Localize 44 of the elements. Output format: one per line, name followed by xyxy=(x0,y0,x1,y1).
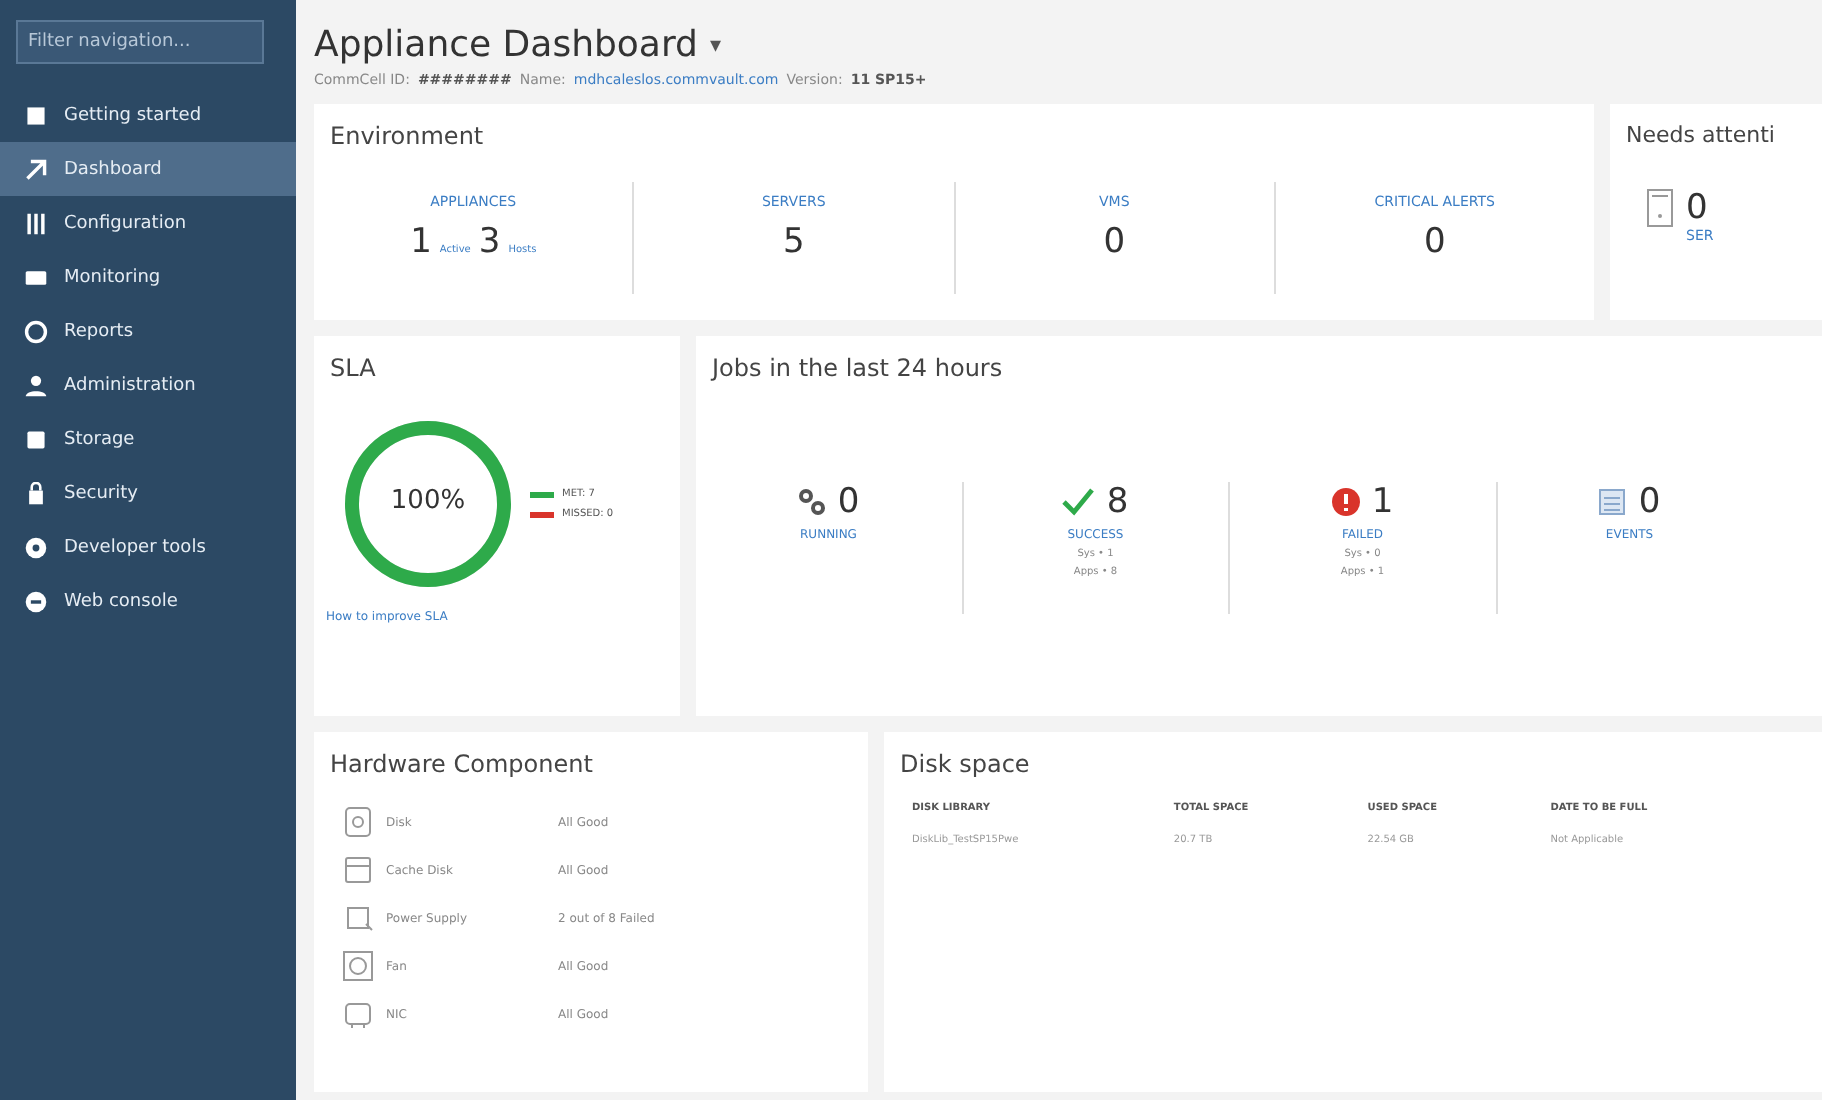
card-title: Needs attenti xyxy=(1624,120,1777,148)
check-icon xyxy=(1062,488,1095,516)
nav-item[interactable]: Configuration xyxy=(0,196,296,250)
calendar-icon xyxy=(1598,488,1627,516)
nav-icon xyxy=(24,157,48,181)
nav-item[interactable]: Storage xyxy=(0,412,296,466)
nav-icon xyxy=(24,373,48,397)
card-title: Environment xyxy=(328,120,486,150)
card-title: Jobs in the last 24 hours xyxy=(708,352,1005,382)
alert-icon xyxy=(1331,488,1360,516)
nav-icon xyxy=(24,481,48,505)
stat-value: 1 xyxy=(410,222,432,262)
fan-icon xyxy=(342,950,374,982)
nav-item[interactable]: Dashboard xyxy=(0,142,296,196)
job-count: 1 xyxy=(1371,482,1394,522)
nav-item[interactable]: Web console xyxy=(0,574,296,628)
nav-icon xyxy=(24,265,48,289)
card-title: Disk space xyxy=(898,748,1032,778)
stat-value: 0 xyxy=(1686,188,1710,228)
stat-value: 0 xyxy=(1103,222,1126,262)
page-title: Appliance Dashboard xyxy=(314,24,698,66)
nav-item[interactable]: Security xyxy=(0,466,296,520)
job-count: 8 xyxy=(1106,482,1129,522)
nav-icon xyxy=(24,427,48,451)
nav-icon xyxy=(24,535,48,559)
server-icon xyxy=(1646,188,1674,228)
job-count: 0 xyxy=(1638,482,1661,522)
nav-item[interactable]: Getting started xyxy=(0,88,296,142)
nav-icon xyxy=(24,319,48,343)
nav-icon xyxy=(24,589,48,613)
card-title: Hardware Component xyxy=(328,748,595,778)
nav-item[interactable]: Monitoring xyxy=(0,250,296,304)
stat-value: 5 xyxy=(782,222,805,262)
nav-item[interactable]: Reports xyxy=(0,304,296,358)
job-count: 0 xyxy=(837,482,860,522)
nav-item[interactable]: Developer tools xyxy=(0,520,296,574)
nav-item[interactable]: Administration xyxy=(0,358,296,412)
stat-value: 0 xyxy=(1423,222,1446,262)
nav-icon xyxy=(24,211,48,235)
nav-icon xyxy=(24,103,48,127)
card-title: SLA xyxy=(328,352,378,382)
link-icon xyxy=(797,488,826,516)
stat-value: 3 xyxy=(478,222,501,262)
filter-field[interactable]: Filter navigation... xyxy=(16,20,264,64)
